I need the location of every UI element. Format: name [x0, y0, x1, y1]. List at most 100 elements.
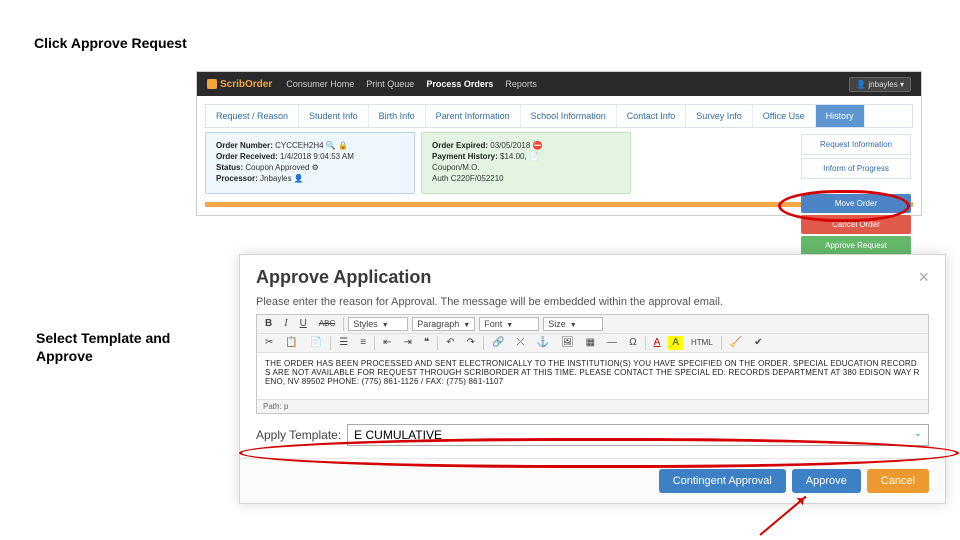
tab-history[interactable]: History — [816, 105, 865, 127]
tab-contact-info[interactable]: Contact Info — [617, 105, 687, 127]
chevron-down-icon: ⌄ — [914, 428, 922, 439]
remove-format-button[interactable]: 🧹 — [726, 336, 746, 350]
chevron-down-icon: ▼ — [382, 322, 389, 329]
nav-process-orders[interactable]: Process Orders — [426, 79, 493, 89]
link-button[interactable]: 🔗 — [488, 336, 508, 350]
alert-icon: ⛔ — [533, 141, 543, 150]
redo-button[interactable]: ↷ — [463, 336, 479, 350]
processor-value: Jnbayles — [260, 174, 292, 183]
copy-button[interactable]: 📋 — [281, 336, 301, 350]
html-source-button[interactable]: HTML — [687, 337, 717, 349]
chevron-down-icon: ▼ — [506, 322, 513, 329]
rich-text-editor: B I U ABC Styles▼ Paragraph▼ Font▼ Size▼… — [256, 314, 929, 414]
path-label: Path: — [263, 402, 282, 411]
order-expired-value: 03/05/2018 — [490, 141, 530, 150]
editor-textarea[interactable]: THE ORDER HAS BEEN PROCESSED AND SENT EL… — [257, 353, 928, 399]
chevron-down-icon: ▼ — [463, 322, 470, 329]
bold-button[interactable]: B — [261, 317, 276, 331]
order-received-value: 1/4/2018 9:04:53 AM — [280, 152, 354, 161]
close-icon[interactable]: × — [918, 267, 929, 288]
modal-action-bar: Contingent Approval Approve Cancel — [240, 458, 945, 503]
payment-history-value: $14.00, — [500, 152, 527, 161]
nav-reports[interactable]: Reports — [505, 79, 537, 89]
search-icon[interactable]: 🔍 — [326, 141, 336, 150]
chevron-down-icon: ▼ — [570, 322, 577, 329]
spellcheck-button[interactable]: ✔ — [750, 336, 766, 350]
tab-birth-info[interactable]: Birth Info — [369, 105, 426, 127]
side-request-info[interactable]: Request Information — [801, 134, 911, 155]
apply-template-value: E CUMULATIVE — [354, 428, 442, 442]
approve-button[interactable]: Approve — [792, 469, 861, 493]
strikethrough-button[interactable]: ABC — [315, 318, 339, 330]
order-number-label: Order Number: — [216, 141, 273, 150]
cut-button[interactable]: ✂ — [261, 336, 277, 350]
payment-history-label: Payment History: — [432, 152, 498, 161]
underline-button[interactable]: U — [296, 317, 311, 331]
nav-consumer-home[interactable]: Consumer Home — [286, 79, 354, 89]
indent-button[interactable]: ⇥ — [400, 336, 416, 350]
top-navbar: ScribOrder Consumer Home Print Queue Pro… — [197, 72, 921, 96]
instruction-step-1: Click Approve Request — [34, 35, 187, 51]
paste-button[interactable]: 📄 — [306, 336, 326, 350]
user-menu[interactable]: 👤 jnbayles ▾ — [849, 77, 911, 92]
contingent-approval-button[interactable]: Contingent Approval — [659, 469, 786, 493]
auth-label: Auth — [432, 174, 448, 183]
tab-school-info[interactable]: School Information — [521, 105, 617, 127]
cancel-order-button[interactable]: Cancel Order — [801, 215, 911, 234]
unlink-button[interactable]: ⤫ — [513, 336, 529, 350]
apply-template-label: Apply Template: — [256, 428, 341, 442]
image-button[interactable]: 🖼 — [557, 336, 578, 350]
outdent-button[interactable]: ⇤ — [379, 336, 395, 350]
path-value: p — [284, 402, 288, 411]
modal-subtitle: Please enter the reason for Approval. Th… — [240, 292, 945, 314]
bg-color-button[interactable]: A — [668, 336, 683, 350]
apply-template-select[interactable]: E CUMULATIVE ⌄ — [347, 424, 929, 446]
bulleted-list-button[interactable]: ☰ — [335, 336, 352, 350]
app-screenshot-top: ScribOrder Consumer Home Print Queue Pro… — [196, 71, 922, 216]
editor-toolbar-row-2: ✂ 📋 📄 ☰ ≡ ⇤ ⇥ ❝ ↶ ↷ 🔗 ⤫ ⚓ 🖼 ▦ — Ω A A HT… — [257, 334, 928, 353]
approve-request-button[interactable]: Approve Request — [801, 236, 911, 255]
move-order-button[interactable]: Move Order — [801, 194, 911, 213]
brand-logo[interactable]: ScribOrder — [207, 79, 272, 90]
cancel-button[interactable]: Cancel — [867, 469, 929, 493]
order-received-label: Order Received: — [216, 152, 278, 161]
numbered-list-button[interactable]: ≡ — [356, 336, 370, 350]
apply-template-row: Apply Template: E CUMULATIVE ⌄ — [240, 414, 945, 458]
font-dropdown[interactable]: Font▼ — [479, 317, 539, 331]
size-dropdown[interactable]: Size▼ — [543, 317, 603, 331]
anchor-button[interactable]: ⚓ — [533, 336, 553, 350]
tab-office-use[interactable]: Office Use — [753, 105, 816, 127]
special-char-button[interactable]: Ω — [625, 336, 640, 350]
lock-icon: 🔒 — [338, 141, 348, 150]
tab-request-reason[interactable]: Request / Reason — [206, 105, 299, 127]
undo-button[interactable]: ↶ — [442, 336, 458, 350]
table-button[interactable]: ▦ — [582, 336, 599, 350]
hr-button[interactable]: — — [603, 336, 621, 350]
editor-path-bar: Path: p — [257, 399, 928, 413]
tab-survey-info[interactable]: Survey Info — [686, 105, 753, 127]
order-tabs: Request / Reason Student Info Birth Info… — [205, 104, 913, 128]
approve-application-modal: Approve Application × Please enter the r… — [239, 254, 946, 504]
text-color-button[interactable]: A — [650, 336, 665, 350]
coupon-text: Coupon/M.O. — [432, 163, 480, 172]
auth-value: C220F/052210 — [451, 174, 504, 183]
instruction-step-2: Select Template and Approve — [36, 330, 196, 365]
side-inform-progress[interactable]: Inform of Progress — [801, 158, 911, 179]
format-dropdown[interactable]: Paragraph▼ — [412, 317, 475, 331]
brand-text: ScribOrder — [220, 79, 272, 90]
brand-icon — [207, 79, 217, 89]
status-label: Status: — [216, 163, 243, 172]
modal-title: Approve Application — [256, 267, 431, 288]
blockquote-button[interactable]: ❝ — [420, 336, 433, 350]
tab-student-info[interactable]: Student Info — [299, 105, 369, 127]
italic-button[interactable]: I — [280, 317, 291, 331]
payment-card: Order Expired: 03/05/2018 ⛔ Payment Hist… — [421, 132, 631, 194]
chevron-down-icon: ▾ — [900, 80, 904, 89]
status-value: Coupon Approved — [245, 163, 309, 172]
nav-print-queue[interactable]: Print Queue — [366, 79, 414, 89]
user-name: jnbayles — [868, 80, 897, 89]
editor-toolbar-row-1: B I U ABC Styles▼ Paragraph▼ Font▼ Size▼ — [257, 315, 928, 334]
order-expired-label: Order Expired: — [432, 141, 488, 150]
styles-dropdown[interactable]: Styles▼ — [348, 317, 408, 331]
tab-parent-info[interactable]: Parent Information — [426, 105, 521, 127]
